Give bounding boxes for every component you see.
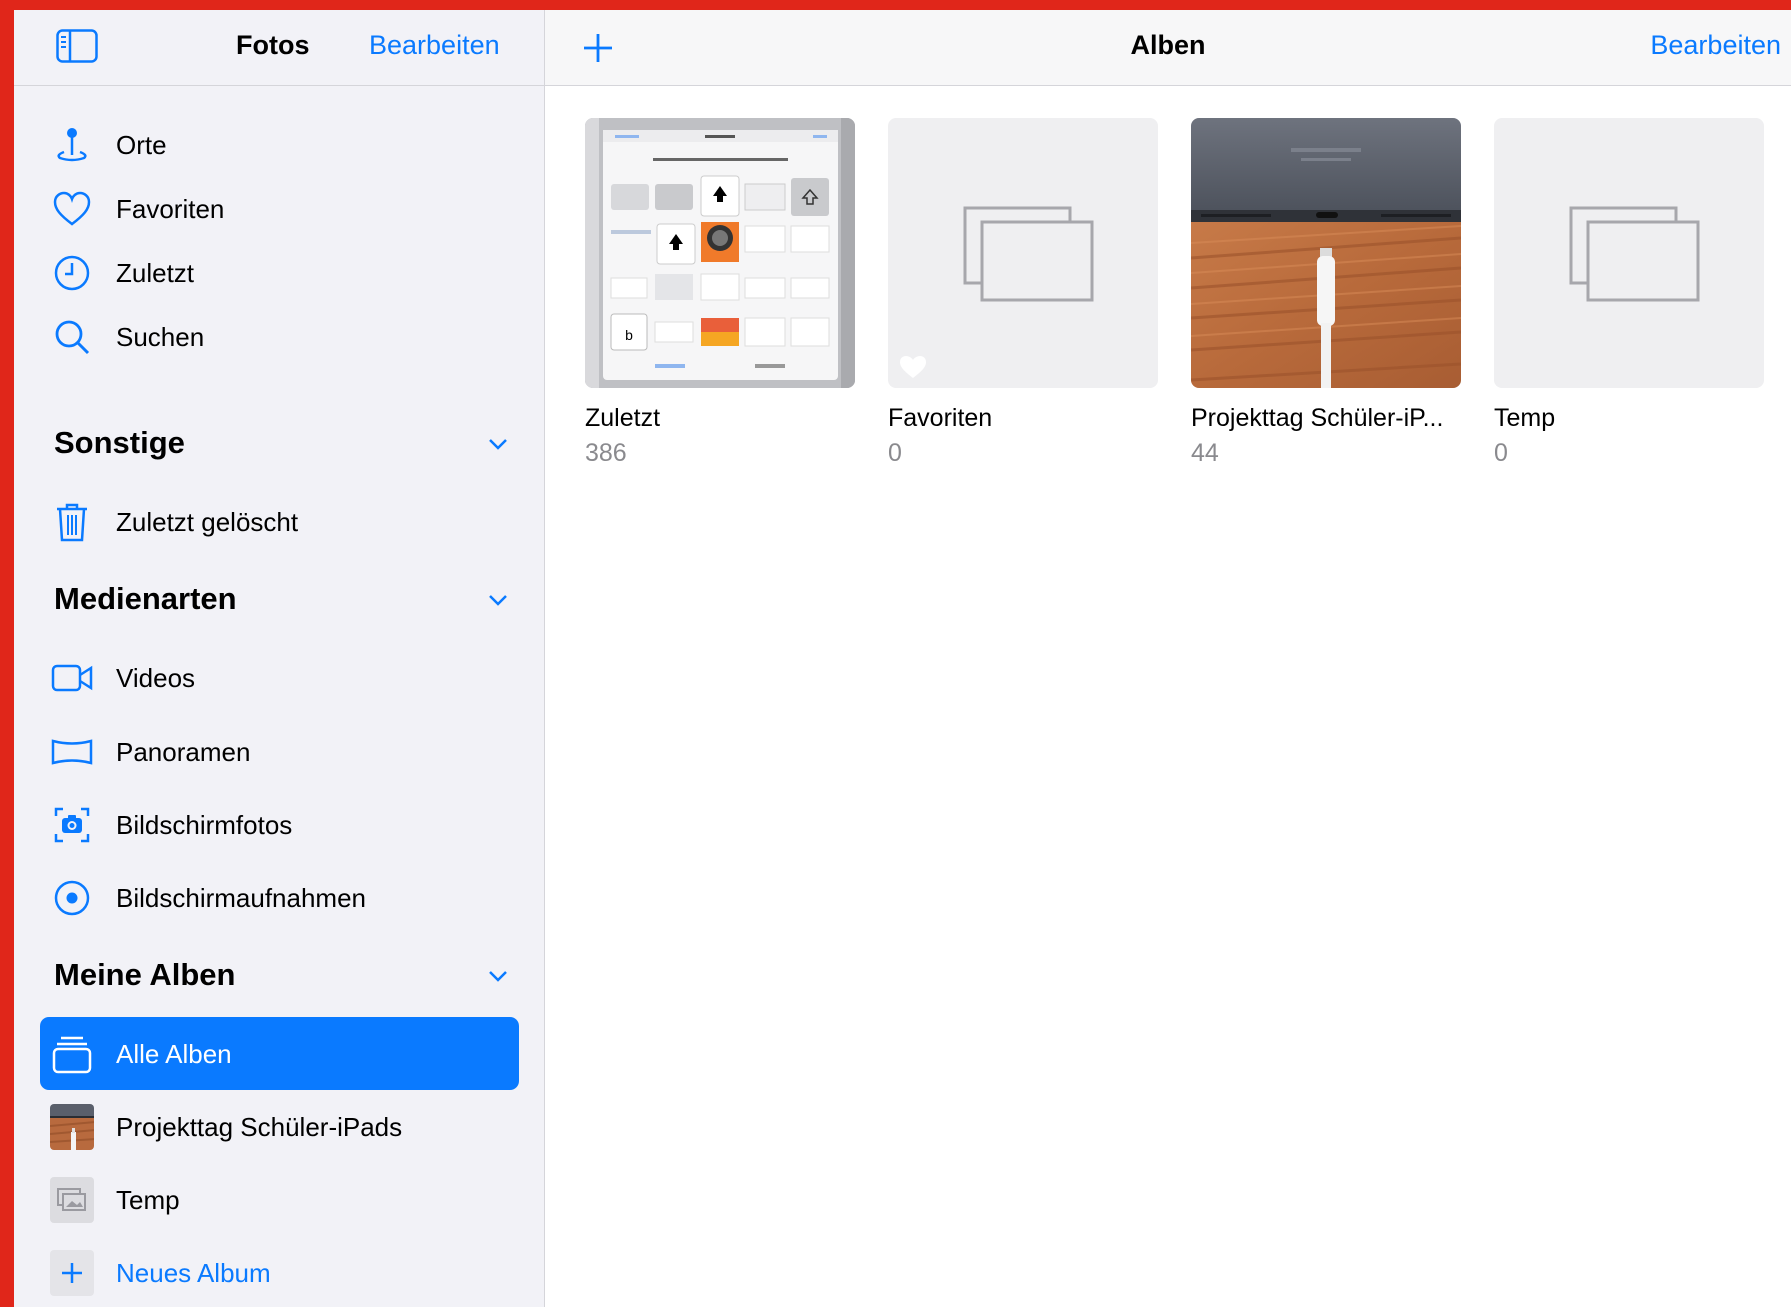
sidebar-item-label: Alle Alben <box>116 1039 232 1069</box>
search-icon <box>50 315 94 359</box>
main-content: Alben Bearbeiten b Zuletzt 386 Favoriten… <box>545 10 1791 1307</box>
sidebar-title: Fotos <box>236 30 310 60</box>
sidebar-item-bildschirmaufnahmen[interactable]: Bildschirmaufnahmen <box>14 861 545 934</box>
album-placeholder-icon <box>1569 206 1700 302</box>
chevron-down-icon[interactable] <box>484 430 512 458</box>
page-title: Alben <box>1130 30 1206 60</box>
album-cover <box>1494 118 1764 388</box>
album-cover <box>1191 118 1461 388</box>
screenshot-icon <box>50 803 94 847</box>
sidebar-item-suchen[interactable]: Suchen <box>14 300 545 373</box>
album-name: Projekttag Schüler-iP... <box>1191 404 1444 432</box>
album-cover: b <box>585 118 855 388</box>
sidebar-item-favoriten[interactable]: Favoriten <box>14 172 545 245</box>
album-name: Zuletzt <box>585 404 661 432</box>
sidebar-item-label: Projekttag Schüler-iPads <box>116 1112 403 1142</box>
sidebar-item-label: Zuletzt gelöscht <box>116 507 299 537</box>
edit-button[interactable]: Bearbeiten <box>1650 30 1781 61</box>
sidebar: Fotos Bearbeiten Orte Favoriten Zuletzt <box>14 10 545 1307</box>
screen-recording-icon <box>50 876 94 920</box>
trash-icon <box>50 500 94 544</box>
album-placeholder-icon <box>963 206 1094 302</box>
sidebar-item-label: Favoriten <box>116 194 225 224</box>
sidebar-item-temp[interactable]: Temp <box>14 1163 545 1236</box>
chevron-down-icon[interactable] <box>484 586 512 614</box>
album-count: 0 <box>1494 439 1508 467</box>
main-header: Alben Bearbeiten <box>545 10 1791 86</box>
album-card[interactable]: Favoriten 0 <box>888 118 1158 468</box>
album-thumbnail <box>50 1104 94 1150</box>
screenshot-frame: Fotos Bearbeiten Orte Favoriten Zuletzt <box>0 0 1791 1307</box>
sidebar-header: Fotos Bearbeiten <box>14 10 544 86</box>
album-count: 0 <box>888 439 902 467</box>
album-placeholder-icon <box>50 1177 94 1223</box>
album-cover <box>888 118 1158 388</box>
plus-icon <box>50 1250 94 1296</box>
sidebar-item-videos[interactable]: Videos <box>14 641 545 714</box>
section-title-sonstige: Sonstige <box>54 425 185 460</box>
album-name: Temp <box>1494 404 1556 432</box>
sidebar-item-label: Panoramen <box>116 737 251 767</box>
sidebar-item-orte[interactable]: Orte <box>14 108 545 181</box>
video-icon <box>50 656 94 700</box>
album-count: 44 <box>1191 439 1219 467</box>
new-album-button[interactable]: Neues Album <box>14 1236 545 1307</box>
sidebar-item-label: Zuletzt <box>116 258 195 288</box>
album-name: Favoriten <box>888 404 993 432</box>
albums-stack-icon <box>50 1032 94 1076</box>
section-title-meine-alben: Meine Alben <box>54 957 236 992</box>
panorama-icon <box>50 730 94 774</box>
pin-icon <box>50 123 94 167</box>
new-album-label: Neues Album <box>116 1258 271 1288</box>
sidebar-item-label: Bildschirmfotos <box>116 810 293 840</box>
album-card[interactable]: Temp 0 <box>1494 118 1764 468</box>
sidebar-item-label: Temp <box>116 1185 180 1215</box>
sidebar-toggle-icon[interactable] <box>56 29 98 63</box>
sidebar-item-label: Videos <box>116 663 196 693</box>
sidebar-edit-button[interactable]: Bearbeiten <box>369 30 500 61</box>
sidebar-item-label: Orte <box>116 130 167 160</box>
sidebar-item-bildschirmfotos[interactable]: Bildschirmfotos <box>14 788 545 861</box>
sidebar-item-alle-alben[interactable]: Alle Alben <box>40 1017 519 1090</box>
sidebar-item-panoramen[interactable]: Panoramen <box>14 715 545 788</box>
sidebar-item-label: Suchen <box>116 322 205 352</box>
chevron-down-icon[interactable] <box>484 962 512 990</box>
sidebar-item-projekttag[interactable]: Projekttag Schüler-iPads <box>14 1090 545 1163</box>
heart-icon <box>900 356 926 378</box>
album-card[interactable]: b Zuletzt 386 <box>585 118 855 468</box>
section-title-medienarten: Medienarten <box>54 581 237 616</box>
clock-icon <box>50 251 94 295</box>
album-count: 386 <box>585 439 627 467</box>
sidebar-item-label: Bildschirmaufnahmen <box>116 883 367 913</box>
sidebar-item-zuletzt-geloescht[interactable]: Zuletzt gelöscht <box>14 485 545 558</box>
sidebar-item-zuletzt[interactable]: Zuletzt <box>14 236 545 309</box>
svg-text:b: b <box>625 327 633 343</box>
heart-icon <box>50 187 94 231</box>
album-card[interactable]: Projekttag Schüler-iP... 44 <box>1191 118 1461 468</box>
